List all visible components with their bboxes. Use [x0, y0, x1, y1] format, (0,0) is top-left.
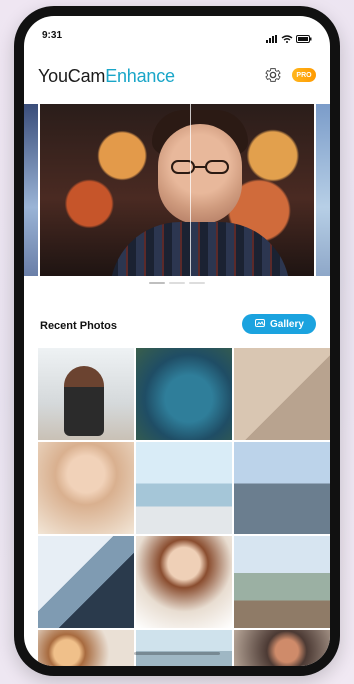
photo-thumb[interactable] [136, 348, 232, 440]
brand-enhance: Enhance [105, 66, 175, 86]
wifi-icon [281, 30, 293, 48]
section-title: Recent Photos [40, 320, 118, 332]
carousel-pager [24, 282, 330, 290]
signal-icon [266, 30, 278, 48]
recent-photos-grid [38, 348, 330, 666]
glasses-icon [171, 160, 229, 174]
portrait-shirt [110, 222, 290, 276]
photo-thumb[interactable] [234, 536, 330, 628]
photo-thumb[interactable] [136, 630, 232, 666]
photo-thumb[interactable] [38, 630, 134, 666]
photo-thumb[interactable] [136, 442, 232, 534]
status-time: 9:31 [42, 30, 63, 41]
phone-frame: 9:31 YouCamEnhance PRO Recent Photos Gal… [14, 6, 340, 676]
home-indicator [134, 652, 220, 655]
carousel-next-preview[interactable] [316, 104, 330, 276]
status-icons [266, 30, 312, 48]
photo-thumb[interactable] [234, 630, 330, 666]
gallery-label: Gallery [270, 318, 304, 330]
app-header: YouCamEnhance PRO [24, 60, 330, 100]
photo-thumb[interactable] [234, 442, 330, 534]
pager-dot [169, 282, 185, 284]
pro-badge[interactable]: PRO [292, 68, 316, 82]
brand-youcam: YouCam [38, 66, 106, 86]
photo-thumb[interactable] [38, 536, 134, 628]
app-screen: 9:31 YouCamEnhance PRO Recent Photos Gal… [24, 16, 330, 666]
gallery-icon [254, 317, 266, 332]
app-logo: YouCamEnhance [38, 66, 175, 87]
gear-icon[interactable] [264, 66, 282, 84]
photo-thumb[interactable] [38, 442, 134, 534]
hero-carousel[interactable] [24, 104, 330, 276]
battery-icon [296, 30, 312, 48]
before-after-preview[interactable] [40, 104, 314, 276]
before-after-divider[interactable] [190, 104, 191, 276]
carousel-prev-preview[interactable] [24, 104, 38, 276]
photo-thumb[interactable] [38, 348, 134, 440]
gallery-button[interactable]: Gallery [242, 314, 316, 334]
pager-dot [149, 282, 165, 284]
recent-photos-header: Recent Photos Gallery [24, 310, 330, 350]
photo-thumb[interactable] [136, 536, 232, 628]
photo-thumb[interactable] [234, 348, 330, 440]
status-bar: 9:31 [24, 16, 330, 50]
pager-dot [189, 282, 205, 284]
